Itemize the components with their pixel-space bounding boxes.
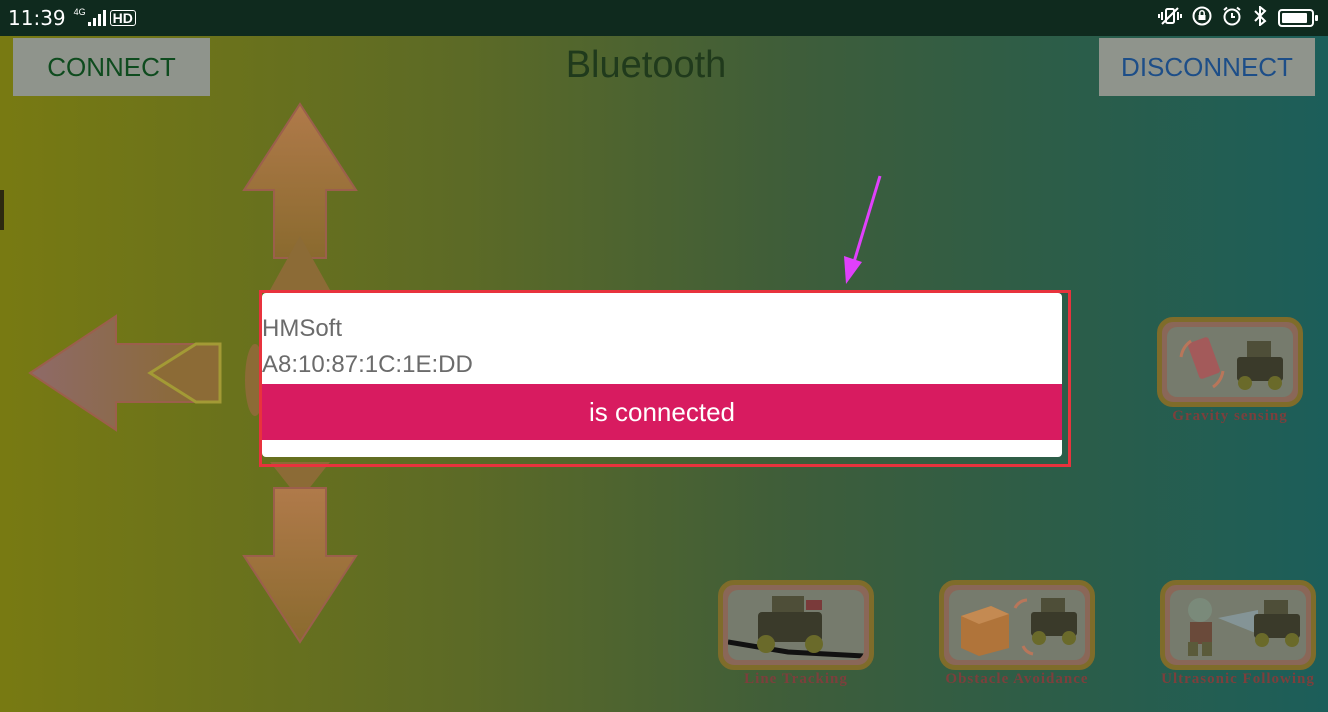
pointer-arrow-icon — [844, 175, 882, 284]
